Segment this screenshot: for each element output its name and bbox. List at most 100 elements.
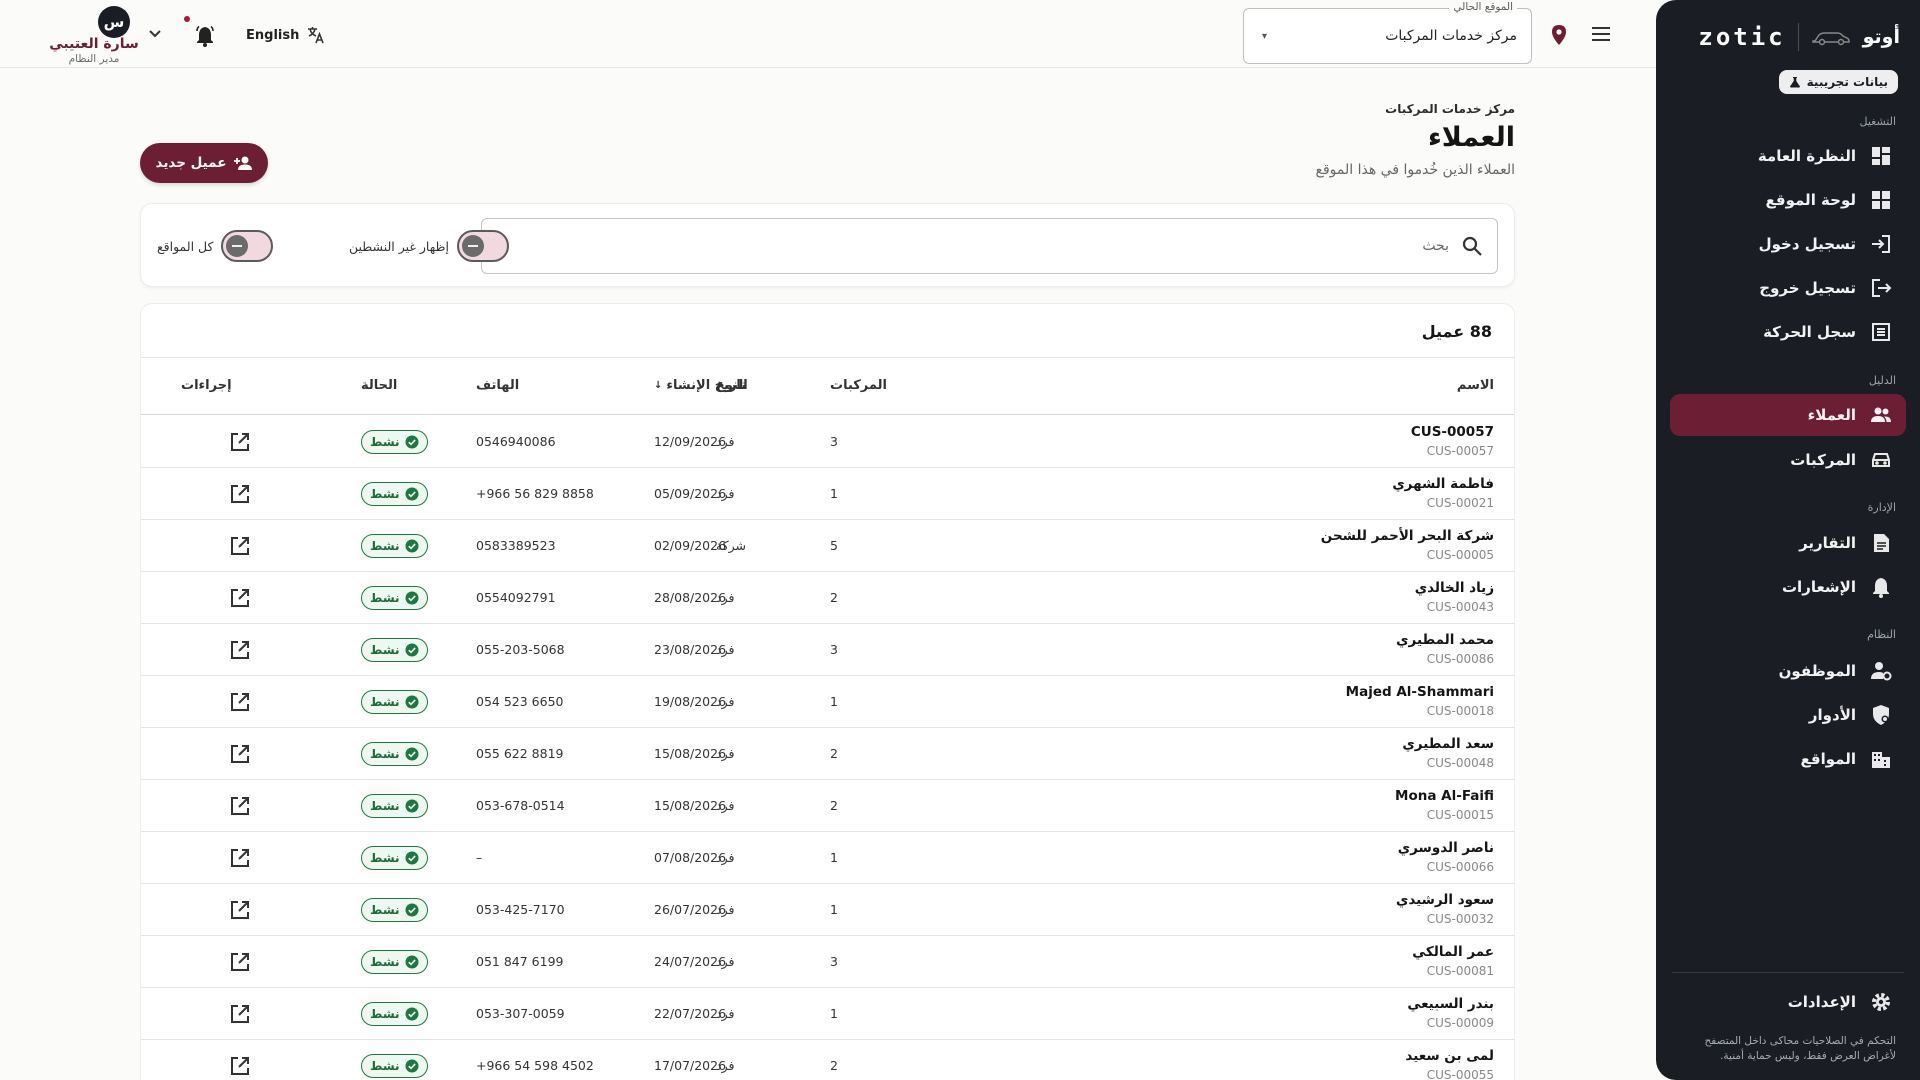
- nav-roles[interactable]: الأدوار: [1670, 694, 1906, 736]
- open-external-icon[interactable]: [229, 899, 251, 921]
- all-locations-toggle[interactable]: [221, 230, 274, 262]
- table-row[interactable]: CUS-00057 CUS-00057 0546940086 فرد 3 12/09/20…: [141, 416, 1514, 468]
- grid-icon: [1870, 189, 1892, 211]
- nav-label: الأدوار: [1808, 706, 1856, 724]
- report-icon: [1870, 532, 1892, 554]
- open-external-icon[interactable]: [229, 1055, 251, 1077]
- customer-code: CUS-00048: [1426, 756, 1494, 770]
- open-external-icon[interactable]: [229, 743, 251, 765]
- bell-icon[interactable]: [194, 25, 216, 47]
- nav-label: الإعدادات: [1787, 993, 1856, 1011]
- menu-icon[interactable]: [1590, 23, 1612, 45]
- open-external-icon[interactable]: [229, 691, 251, 713]
- table-row[interactable]: بندر السبيعي CUS-00009 053-307-0059 فرد 1 22/…: [141, 988, 1514, 1040]
- nav-overview[interactable]: النظرة العامة: [1670, 135, 1906, 177]
- nav-settings[interactable]: الإعدادات: [1670, 981, 1906, 1023]
- nav-check-out[interactable]: تسجيل خروج: [1670, 267, 1906, 309]
- nav-notifications[interactable]: الإشعارات: [1670, 566, 1906, 608]
- nav-staff[interactable]: الموظفون: [1670, 650, 1906, 692]
- car-icon: [1811, 32, 1850, 46]
- column-header-created-label: تاريخ الإنشاء: [666, 378, 747, 393]
- table-row[interactable]: لمى بن سعيد CUS-00055 +966 54 598 4502 فرد 2…: [141, 1040, 1514, 1080]
- open-external-icon[interactable]: [229, 483, 251, 505]
- nav-locations[interactable]: المواقع: [1670, 738, 1906, 780]
- nav-site-board[interactable]: لوحة الموقع: [1670, 179, 1906, 221]
- table-row[interactable]: زياد الخالدي CUS-00043 0554092791 فرد 2 28/08…: [141, 572, 1514, 624]
- nav-vehicles[interactable]: المركبات: [1670, 439, 1906, 481]
- column-header-phone[interactable]: الهاتف: [476, 378, 519, 393]
- table-row[interactable]: سعود الرشيدي CUS-00032 053-425-7170 فرد 1 26/…: [141, 884, 1514, 936]
- table-row[interactable]: ناصر الدوسري CUS-00066– فرد 1 07/08/2026 نشط: [141, 832, 1514, 884]
- status-badge: نشط: [361, 690, 428, 714]
- avatar[interactable]: س: [98, 6, 130, 38]
- status-label: نشط: [370, 591, 400, 605]
- customer-vehicles: 3: [830, 434, 838, 449]
- table-row[interactable]: محمد المطيري CUS-00086 055-203-5068 فرد 3 23/…: [141, 624, 1514, 676]
- customer-phone: 0554092791: [476, 590, 556, 605]
- column-header-name[interactable]: الاسم: [1457, 378, 1494, 393]
- location-select[interactable]: الموقع الحالي مركز خدمات المركبات ▾: [1243, 1, 1532, 64]
- customer-created-date: 28/08/2026: [654, 590, 727, 605]
- open-external-icon[interactable]: [229, 951, 251, 973]
- customer-created-date: 12/09/2026: [654, 434, 727, 449]
- translate-icon: [308, 27, 325, 44]
- customer-created-date: 17/07/2026: [654, 1058, 727, 1073]
- check-circle-icon: [405, 539, 419, 553]
- open-external-icon[interactable]: [229, 847, 251, 869]
- customer-phone: 053-307-0059: [476, 1006, 565, 1021]
- nav-label: النظرة العامة: [1757, 147, 1856, 165]
- customer-created-date: 19/08/2026: [654, 694, 727, 709]
- table-row[interactable]: فاطمة الشهري CUS-00021 +966 56 829 8858 فرد…: [141, 468, 1514, 520]
- table-row[interactable]: شركة البحر الأحمر للشحن CUS-00005 05833895…: [141, 520, 1514, 572]
- customer-vehicles: 1: [830, 694, 838, 709]
- customer-vehicles: 1: [830, 486, 838, 501]
- customer-vehicles: 2: [830, 746, 838, 761]
- customer-name: Mona Al-Faifi: [1395, 788, 1494, 804]
- nav-reports[interactable]: التقارير: [1670, 522, 1906, 564]
- search-icon: [1462, 236, 1482, 256]
- table-row[interactable]: Mona Al-Faifi CUS-00015 053-678-0514 فرد 2 15…: [141, 780, 1514, 832]
- table-row[interactable]: سعد المطيري CUS-00048 055 622 8819 فرد 2 15/0…: [141, 728, 1514, 780]
- customer-code: CUS-00043: [1426, 600, 1494, 614]
- nav-label: الموظفون: [1778, 662, 1856, 680]
- search-input[interactable]: [549, 231, 1449, 261]
- column-header-created[interactable]: تاريخ الإنشاء ↓: [654, 378, 746, 393]
- customer-code: CUS-00015: [1426, 808, 1494, 822]
- open-external-icon[interactable]: [229, 431, 251, 453]
- search-field[interactable]: [481, 218, 1498, 274]
- customer-code: CUS-00066: [1426, 860, 1494, 874]
- nav-check-in[interactable]: تسجيل دخول: [1670, 223, 1906, 265]
- chevron-down-icon[interactable]: [148, 29, 162, 39]
- customer-code: CUS-00032: [1426, 912, 1494, 926]
- show-inactive-label: إظهار غير النشطين: [349, 238, 449, 254]
- language-switch[interactable]: English: [246, 26, 325, 44]
- customer-name: سعد المطيري: [1402, 736, 1494, 752]
- check-circle-icon: [405, 955, 419, 969]
- check-circle-icon: [405, 695, 419, 709]
- table-row[interactable]: عمر المالكي CUS-00081 051 847 6199 فرد 3 24/0…: [141, 936, 1514, 988]
- check-circle-icon: [405, 487, 419, 501]
- user-name: سارة العتيبي: [49, 36, 139, 52]
- customers-table: 88 عميل الاسم الهاتف النوع المركبات تاري…: [140, 303, 1515, 1080]
- language-label: English: [246, 27, 300, 43]
- open-external-icon[interactable]: [229, 795, 251, 817]
- new-customer-button[interactable]: عميل جديد: [140, 143, 268, 183]
- open-external-icon[interactable]: [229, 639, 251, 661]
- show-inactive-toggle[interactable]: [456, 230, 509, 262]
- customer-created-date: 02/09/2026: [654, 538, 727, 553]
- check-circle-icon: [405, 435, 419, 449]
- list-icon: [1870, 321, 1892, 343]
- customer-name: عمر المالكي: [1412, 944, 1494, 960]
- table-row[interactable]: Majed Al-Shammari CUS-00018 054 523 6650 فر…: [141, 676, 1514, 728]
- login-icon: [1870, 233, 1892, 255]
- nav-activity-log[interactable]: سجل الحركة: [1670, 311, 1906, 353]
- nav-customers[interactable]: العملاء: [1670, 394, 1906, 436]
- bell-icon: [1870, 576, 1892, 598]
- open-external-icon[interactable]: [229, 587, 251, 609]
- column-header-vehicles[interactable]: المركبات: [830, 378, 887, 393]
- brand-logo: zotic: [1698, 23, 1786, 51]
- open-external-icon[interactable]: [229, 1003, 251, 1025]
- open-external-icon[interactable]: [229, 535, 251, 557]
- page-title: العملاء: [1427, 122, 1515, 153]
- column-header-status[interactable]: الحالة: [361, 378, 397, 393]
